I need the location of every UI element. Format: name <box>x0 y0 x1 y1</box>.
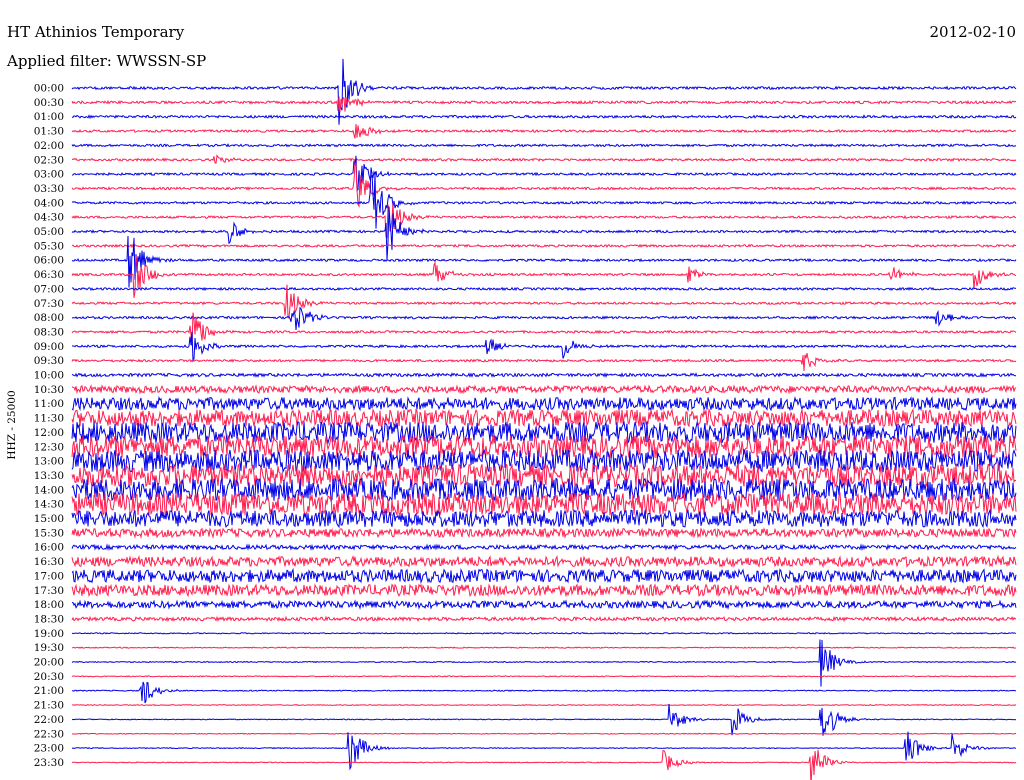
time-tick-label: 18:30 <box>34 613 64 625</box>
time-tick-label: 01:30 <box>34 126 64 138</box>
trace-line <box>71 114 1017 120</box>
helicorder-chart: HT Athinios Temporary 2012-02-10 Applied… <box>6 23 1017 780</box>
time-tick-label: 13:00 <box>34 456 64 468</box>
trace-line <box>71 331 1017 363</box>
time-tick-label: 10:30 <box>34 384 64 396</box>
time-tick-label: 05:00 <box>34 226 64 238</box>
time-tick-label: 04:00 <box>34 197 64 209</box>
time-tick-label: 22:30 <box>34 728 64 740</box>
trace-line <box>71 615 1017 623</box>
trace-line <box>71 732 1016 735</box>
trace-line <box>71 243 1016 249</box>
trace-line <box>72 155 1017 192</box>
trace-line <box>71 731 1017 771</box>
time-tick-label: 01:00 <box>34 111 64 123</box>
time-tick-label: 04:30 <box>34 212 64 224</box>
time-tick-label: 22:00 <box>34 714 64 726</box>
trace-line <box>71 703 1017 736</box>
time-tick-label: 03:30 <box>34 183 64 195</box>
trace-line <box>71 96 1017 112</box>
time-tick-label: 15:00 <box>34 513 64 525</box>
trace-line <box>71 256 1017 298</box>
time-tick-label: 21:30 <box>34 700 64 712</box>
time-tick-label: 20:30 <box>34 671 64 683</box>
trace-line <box>71 353 1017 372</box>
time-tick-label: 07:30 <box>34 298 64 310</box>
time-tick-label: 11:30 <box>34 413 64 425</box>
trace-line <box>71 372 1016 378</box>
time-tick-label: 20:00 <box>34 657 64 669</box>
trace-line <box>71 554 1017 569</box>
time-tick-label: 16:30 <box>34 556 64 568</box>
time-tick-label: 12:00 <box>34 427 64 439</box>
time-tick-label: 17:00 <box>34 570 64 582</box>
time-tick-label: 02:00 <box>34 140 64 152</box>
trace-line <box>71 567 1017 585</box>
trace-group <box>71 58 1017 780</box>
trace-line <box>71 167 1017 229</box>
time-tick-label: 00:00 <box>34 83 64 95</box>
trace-line <box>71 395 1017 412</box>
trace-line <box>71 206 1017 261</box>
time-tick-label: 23:00 <box>34 743 64 755</box>
trace-line <box>71 646 1017 649</box>
trace-line <box>71 527 1017 539</box>
trace-line <box>71 407 1017 428</box>
time-tick-label: 08:00 <box>34 312 64 324</box>
trace-line <box>72 599 1017 610</box>
station-title: HT Athinios Temporary <box>7 23 185 41</box>
time-tick-label: 00:30 <box>34 97 64 109</box>
time-tick-label: 05:30 <box>34 240 64 252</box>
trace-line <box>71 582 1017 598</box>
trace-line <box>71 749 1017 780</box>
time-tick-label: 06:30 <box>34 269 64 281</box>
trace-line <box>71 675 1017 678</box>
time-tick-label: 09:00 <box>34 341 64 353</box>
trace-line <box>72 681 1016 704</box>
time-tick-label: 03:00 <box>34 169 64 181</box>
time-tick-label: 15:30 <box>34 527 64 539</box>
trace-line <box>71 143 1017 148</box>
time-tick-label: 13:30 <box>34 470 64 482</box>
trace-line <box>71 154 1017 164</box>
time-tick-labels: 00:00 00:30 01:00 01:30 02:00 02:30 03:00 03:30… <box>34 83 64 769</box>
trace-line <box>71 286 1017 292</box>
trace-line <box>71 235 1017 288</box>
y-axis-label: HHZ - 25000 <box>6 390 18 459</box>
time-tick-label: 19:30 <box>34 642 64 654</box>
time-tick-label: 12:30 <box>34 441 64 453</box>
trace-line <box>71 632 1017 635</box>
time-tick-label: 02:30 <box>34 154 64 166</box>
filter-label: Applied filter: WWSSN-SP <box>6 52 206 70</box>
trace-line <box>71 162 1017 208</box>
time-tick-label: 19:00 <box>34 628 64 640</box>
trace-line <box>71 703 1017 707</box>
trace-line <box>71 508 1017 529</box>
time-tick-label: 16:00 <box>34 542 64 554</box>
time-tick-label: 21:00 <box>34 685 64 697</box>
time-tick-label: 08:30 <box>34 326 64 338</box>
date-label: 2012-02-10 <box>930 23 1016 41</box>
trace-line <box>71 639 1017 687</box>
time-tick-label: 14:00 <box>34 484 64 496</box>
time-tick-label: 18:00 <box>34 599 64 611</box>
trace-line <box>71 384 1017 395</box>
trace-line <box>71 58 1017 125</box>
trace-line <box>71 543 1017 552</box>
time-tick-label: 11:00 <box>34 398 64 410</box>
time-tick-label: 17:30 <box>34 585 64 597</box>
time-tick-label: 14:30 <box>34 499 64 511</box>
trace-line <box>71 306 1017 331</box>
time-tick-label: 07:00 <box>34 283 64 295</box>
trace-line <box>71 123 1017 139</box>
time-tick-label: 23:30 <box>34 757 64 769</box>
time-tick-label: 10:00 <box>34 370 64 382</box>
time-tick-label: 09:30 <box>34 355 64 367</box>
time-tick-label: 06:00 <box>34 255 64 267</box>
